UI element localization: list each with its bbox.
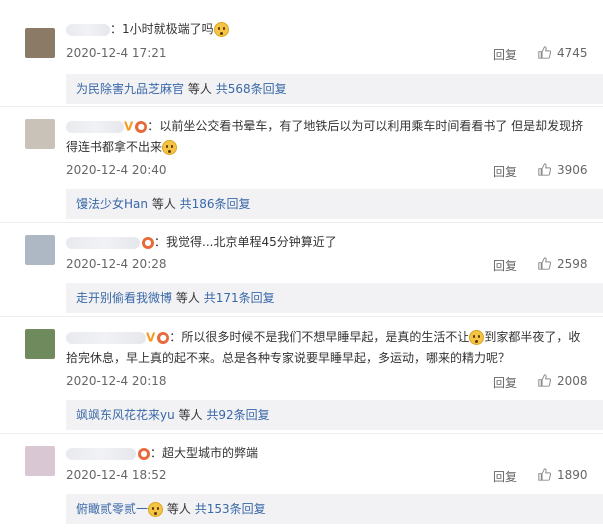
- reply-button[interactable]: 回复: [493, 374, 517, 391]
- divider: [0, 106, 603, 107]
- reply-user-link[interactable]: 走开别偷看我微博: [76, 291, 172, 305]
- reply-user-link[interactable]: 为民除害九品芝麻官: [76, 82, 184, 96]
- comment-text: V ● ：所以很多时候不是我们不想早睡早起，是真的生活不让 到家都半夜了，收拾完休息，…: [66, 330, 581, 365]
- username[interactable]: [66, 447, 136, 460]
- thumbs-up-icon: [538, 468, 552, 481]
- reply-count-link[interactable]: 共153条回复: [195, 502, 266, 516]
- divider: [0, 222, 603, 223]
- reply-user-link[interactable]: 飒飒东风花花来yu: [76, 408, 175, 422]
- reply-user-link[interactable]: 俯瞰贰零贰一: [76, 502, 148, 516]
- like-button[interactable]: 1890: [538, 468, 588, 482]
- user-avatar[interactable]: [25, 28, 55, 58]
- divider: [0, 433, 603, 434]
- comment-time: 2020-12-4 20:40: [66, 163, 167, 177]
- comment-time: 2020-12-4 17:21: [66, 46, 167, 60]
- replies-bar[interactable]: 走开别偷看我微博 等人 共171条回复: [66, 283, 603, 313]
- level-badge-icon: ●: [142, 236, 154, 249]
- smiley-emoji-icon: [213, 22, 229, 37]
- level-badge-icon: ●: [138, 447, 150, 460]
- like-count: 4745: [557, 46, 588, 60]
- reply-count-link[interactable]: 共568条回复: [216, 82, 287, 96]
- like-button[interactable]: 2008: [538, 374, 588, 388]
- reply-button[interactable]: 回复: [493, 163, 517, 180]
- like-button[interactable]: 3906: [538, 163, 588, 177]
- reply-button[interactable]: 回复: [493, 46, 517, 63]
- reply-count-link[interactable]: 共92条回复: [206, 408, 269, 422]
- replies-bar[interactable]: 为民除害九品芝麻官 等人 共568条回复: [66, 74, 603, 104]
- reply-count-link[interactable]: 共171条回复: [204, 291, 275, 305]
- verified-v-icon: V: [146, 330, 156, 345]
- level-badge-icon: ●: [135, 120, 148, 133]
- replies-bar[interactable]: 馒法少女Han 等人 共186条回复: [66, 189, 603, 219]
- divider: [0, 316, 603, 317]
- like-count: 2598: [557, 257, 588, 271]
- comment-time: 2020-12-4 20:18: [66, 374, 167, 388]
- comment-text: ：1小时就极端了吗: [66, 19, 586, 39]
- reply-button[interactable]: 回复: [493, 468, 517, 485]
- smiley-emoji-icon: [162, 139, 178, 155]
- like-button[interactable]: 2598: [538, 257, 588, 271]
- crying-emoji-icon: [469, 330, 485, 345]
- like-count: 1890: [557, 468, 588, 482]
- user-avatar[interactable]: [25, 446, 55, 476]
- comment-text: ● ：超大型城市的弊端: [66, 443, 586, 463]
- user-avatar[interactable]: [25, 235, 55, 265]
- comment-text: ● ：我觉得...北京单程45分钟算近了: [66, 232, 586, 252]
- username[interactable]: [66, 120, 124, 133]
- level-badge-icon: ●: [157, 331, 170, 344]
- like-count: 2008: [557, 374, 588, 388]
- smiley-emoji-icon: [148, 502, 164, 517]
- reply-count-link[interactable]: 共186条回复: [180, 197, 251, 211]
- user-avatar[interactable]: [25, 329, 55, 359]
- thumbs-up-icon: [538, 46, 552, 59]
- replies-bar[interactable]: 俯瞰贰零贰一 等人 共153条回复: [66, 494, 603, 524]
- thumbs-up-icon: [538, 257, 552, 270]
- like-button[interactable]: 4745: [538, 46, 588, 60]
- replies-bar[interactable]: 飒飒东风花花来yu 等人 共92条回复: [66, 400, 603, 430]
- username[interactable]: [66, 23, 110, 36]
- comment-text: V ● ：以前坐公交看书晕车，有了地铁后以为可以利用乘车时间看看书了 但是却发现挤得…: [66, 119, 584, 155]
- comment-time: 2020-12-4 20:28: [66, 257, 167, 271]
- username[interactable]: [66, 236, 140, 249]
- comment-time: 2020-12-4 18:52: [66, 468, 167, 482]
- user-avatar[interactable]: [25, 119, 55, 149]
- like-count: 3906: [557, 163, 588, 177]
- reply-button[interactable]: 回复: [493, 257, 517, 274]
- verified-v-icon: V: [124, 119, 134, 134]
- username[interactable]: [66, 331, 146, 344]
- thumbs-up-icon: [538, 163, 552, 176]
- reply-user-link[interactable]: 馒法少女Han: [76, 197, 148, 211]
- thumbs-up-icon: [538, 374, 552, 387]
